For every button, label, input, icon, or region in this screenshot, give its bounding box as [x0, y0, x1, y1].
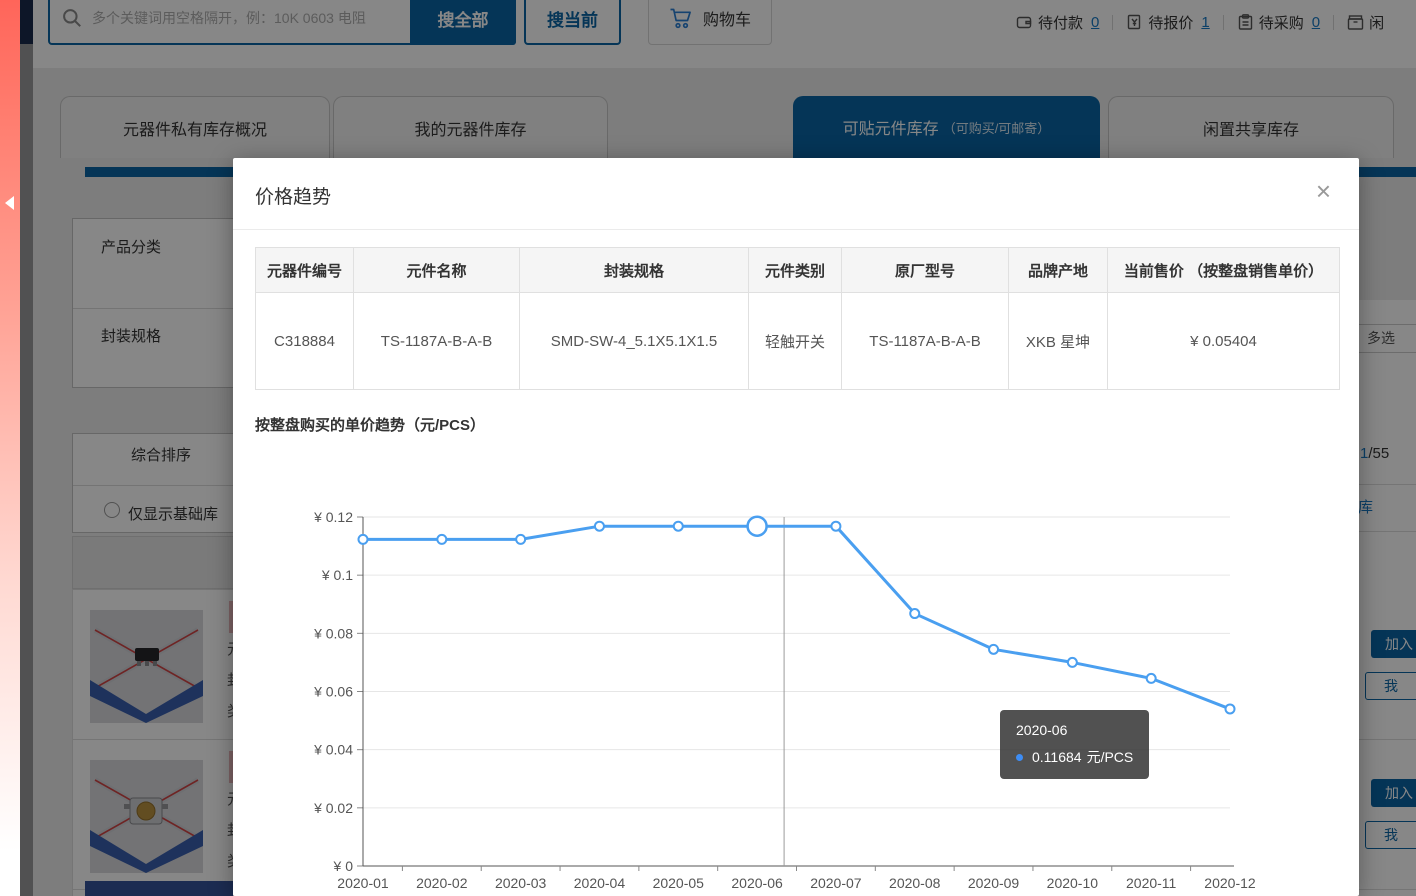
svg-text:¥ 0.02: ¥ 0.02 [313, 800, 353, 816]
tooltip-date: 2020-06 [1016, 722, 1133, 738]
col-package: 封装规格 [520, 248, 749, 293]
cell-category: 轻触开关 [749, 293, 842, 390]
chart-tooltip: 2020-06 0.11684 元/PCS [1000, 710, 1149, 779]
component-info-table: 元器件编号 元件名称 封装规格 元件类别 原厂型号 品牌产地 当前售价 （按整盘… [255, 247, 1340, 390]
svg-text:¥ 0.04: ¥ 0.04 [313, 742, 353, 758]
svg-text:2020-08: 2020-08 [889, 875, 941, 891]
cell-factory-model: TS-1187A-B-A-B [842, 293, 1009, 390]
svg-text:2020-09: 2020-09 [968, 875, 1020, 891]
screen: 搜全部 搜当前 购物车 待付款 0 待报价 1 [0, 0, 1416, 896]
close-icon[interactable]: × [1316, 178, 1331, 204]
svg-text:2020-01: 2020-01 [337, 875, 389, 891]
svg-text:2020-07: 2020-07 [810, 875, 862, 891]
svg-text:2020-12: 2020-12 [1204, 875, 1256, 891]
svg-text:2020-03: 2020-03 [495, 875, 547, 891]
table-header-row: 元器件编号 元件名称 封装规格 元件类别 原厂型号 品牌产地 当前售价 （按整盘… [256, 248, 1340, 293]
svg-text:¥ 0.12: ¥ 0.12 [313, 509, 353, 525]
cell-part-name: TS-1187A-B-A-B [354, 293, 520, 390]
tooltip-unit: 元/PCS [1087, 747, 1134, 767]
tooltip-value: 0.11684 [1032, 749, 1082, 765]
svg-text:2020-02: 2020-02 [416, 875, 468, 891]
carousel-prev-icon[interactable] [5, 196, 14, 210]
modal-header: 价格趋势 × [233, 158, 1359, 230]
price-trend-chart: ¥ 0 ¥ 0.02 ¥ 0.04 ¥ 0.06 ¥ 0.08 ¥ 0.1 ¥ 0.12 20… [233, 488, 1359, 896]
col-category: 元件类别 [749, 248, 842, 293]
col-part-number: 元器件编号 [256, 248, 354, 293]
carousel-banner[interactable] [0, 0, 20, 896]
col-factory-model: 原厂型号 [842, 248, 1009, 293]
col-current-price: 当前售价 （按整盘销售单价） [1108, 248, 1340, 293]
svg-text:2020-11: 2020-11 [1126, 875, 1177, 891]
table-row: C318884 TS-1187A-B-A-B SMD-SW-4_5.1X5.1X… [256, 293, 1340, 390]
svg-text:2020-10: 2020-10 [1047, 875, 1099, 891]
svg-text:2020-05: 2020-05 [653, 875, 705, 891]
svg-text:¥ 0.1: ¥ 0.1 [321, 567, 353, 583]
chart-title: 按整盘购买的单价趋势（元/PCS） [255, 414, 485, 435]
cell-current-price: ¥ 0.05404 [1108, 293, 1340, 390]
modal-title: 价格趋势 [255, 182, 331, 209]
col-brand-origin: 品牌产地 [1009, 248, 1108, 293]
series-dot-icon [1016, 754, 1023, 761]
svg-text:¥ 0.08: ¥ 0.08 [313, 625, 353, 641]
col-part-name: 元件名称 [354, 248, 520, 293]
cell-brand-origin: XKB 星坤 [1009, 293, 1108, 390]
cell-package: SMD-SW-4_5.1X5.1X1.5 [520, 293, 749, 390]
svg-text:¥ 0.06: ¥ 0.06 [313, 684, 353, 700]
cell-part-number: C318884 [256, 293, 354, 390]
price-trend-modal: 价格趋势 × 元器件编号 元件名称 封装规格 元件类别 原厂型号 品牌产地 当前… [233, 158, 1359, 896]
svg-text:2020-04: 2020-04 [574, 875, 626, 891]
svg-text:2020-06: 2020-06 [731, 875, 783, 891]
svg-text:¥ 0: ¥ 0 [333, 858, 354, 874]
